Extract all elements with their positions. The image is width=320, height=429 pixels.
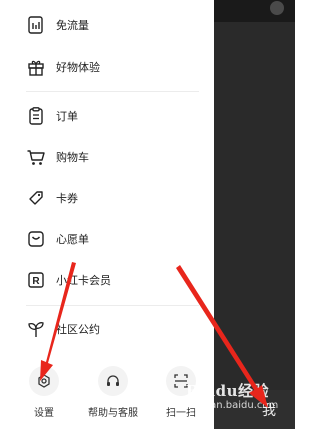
menu-divider bbox=[26, 305, 199, 306]
menu-item-label: 订单 bbox=[56, 110, 78, 123]
cart-icon bbox=[26, 147, 46, 167]
menu-item-label: 免流量 bbox=[56, 19, 89, 32]
menu-item-label: 社区公约 bbox=[56, 323, 100, 336]
settings-button[interactable]: 设置 bbox=[14, 366, 74, 419]
menu-item-label: 卡券 bbox=[56, 192, 78, 205]
menu-item-label: 心愿单 bbox=[56, 233, 89, 246]
menu-item-product-trial[interactable]: 好物体验 bbox=[26, 55, 100, 79]
menu-item-coupons[interactable]: 卡券 bbox=[26, 186, 78, 210]
help-support-label: 帮助与客服 bbox=[88, 408, 138, 419]
menu-item-label: 好物体验 bbox=[56, 61, 100, 74]
menu-item-wishlist[interactable]: 心愿单 bbox=[26, 227, 89, 251]
menu-item-label: 小红卡会员 bbox=[56, 274, 111, 287]
help-support-button[interactable]: 帮助与客服 bbox=[83, 366, 143, 419]
menu-item-membership[interactable]: R 小红卡会员 bbox=[26, 268, 111, 292]
coupon-icon bbox=[26, 188, 46, 208]
svg-text:R: R bbox=[32, 276, 40, 287]
gift-icon bbox=[26, 57, 46, 77]
menu-item-orders[interactable]: 订单 bbox=[26, 104, 78, 128]
menu-item-label: 购物车 bbox=[56, 151, 89, 164]
menu-item-community-rules[interactable]: 社区公约 bbox=[26, 317, 100, 341]
menu-divider bbox=[26, 91, 199, 92]
background-top-icon bbox=[270, 1, 284, 15]
menu-item-free-traffic[interactable]: 免流量 bbox=[26, 13, 89, 37]
traffic-card-icon bbox=[26, 15, 46, 35]
clipboard-icon bbox=[26, 106, 46, 126]
headset-icon bbox=[98, 366, 128, 396]
dimmed-background-page[interactable]: 我 bbox=[214, 0, 295, 429]
baidu-watermark: Baidu经验 bbox=[186, 382, 269, 400]
wishlist-icon bbox=[26, 229, 46, 249]
settings-label: 设置 bbox=[34, 408, 54, 419]
baidu-watermark-url: jingyan.baidu.com bbox=[186, 400, 279, 411]
settings-icon bbox=[29, 366, 59, 396]
membership-r-icon: R bbox=[26, 270, 46, 290]
side-drawer: 免流量 好物体验 订单 购物车 卡券 心愿单 R 小红卡会员 社区公约 设置 帮… bbox=[0, 0, 214, 429]
menu-item-cart[interactable]: 购物车 bbox=[26, 145, 89, 169]
sprout-icon bbox=[26, 319, 46, 339]
